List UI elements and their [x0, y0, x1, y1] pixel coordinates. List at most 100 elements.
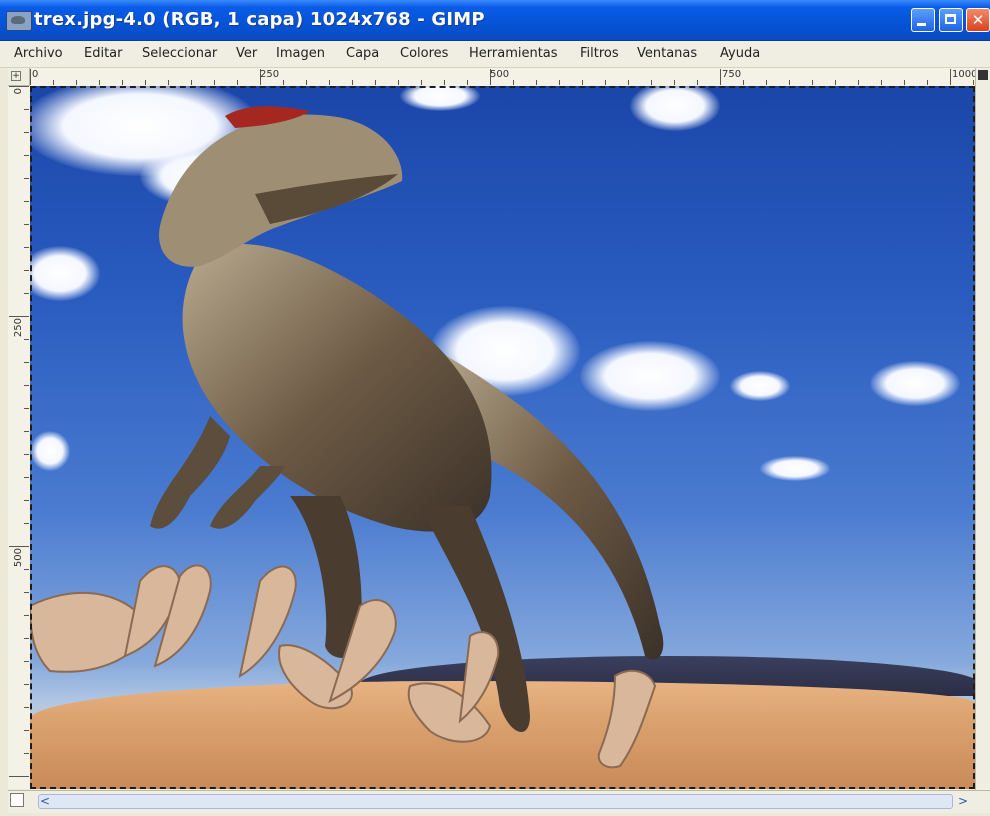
menu-ver[interactable]: Ver: [236, 46, 257, 61]
ruler-tick: [24, 730, 29, 731]
ruler-tick: [53, 80, 54, 85]
ruler-tick: [858, 80, 859, 85]
ruler-tick: [628, 80, 629, 85]
ruler-tick: [24, 431, 29, 432]
ruler-tick: [24, 454, 29, 455]
ruler-tick: [467, 80, 468, 85]
ruler-tick: [697, 80, 698, 85]
ruler-tick: [260, 69, 261, 85]
ruler-tick: [24, 707, 29, 708]
ruler-tick: [789, 80, 790, 85]
ruler-tick: [375, 80, 376, 85]
t-rex-image: [30, 106, 664, 769]
horizontal-scrollbar[interactable]: < >: [8, 790, 990, 813]
ruler-label: 250: [13, 318, 24, 338]
ruler-tick: [674, 80, 675, 85]
ruler-tick: [835, 80, 836, 85]
maximize-icon: [945, 14, 956, 24]
ruler-label: 0: [32, 69, 39, 80]
quick-mask-toggle[interactable]: [10, 793, 24, 807]
ruler-tick: [950, 69, 951, 85]
quick-menu-icon[interactable]: +: [11, 71, 21, 81]
ruler-tick: [24, 109, 29, 110]
ruler-tick: [168, 80, 169, 85]
close-button[interactable]: ✕: [966, 8, 990, 32]
ruler-tick: [24, 408, 29, 409]
ruler-tick: [283, 80, 284, 85]
ruler-tick: [24, 569, 29, 570]
horizontal-ruler[interactable]: 0 250 500 750 1000: [30, 68, 975, 87]
window-title: trex.jpg-4.0 (RGB, 1 capa) 1024x768 - GI…: [34, 9, 485, 30]
menu-colores[interactable]: Colores: [400, 46, 448, 61]
navigate-icon[interactable]: [978, 70, 988, 80]
ruler-tick: [99, 80, 100, 85]
ruler-tick: [24, 385, 29, 386]
ruler-tick: [24, 247, 29, 248]
gimp-icon[interactable]: [6, 11, 32, 31]
scroll-right-icon[interactable]: >: [958, 794, 968, 808]
ruler-tick: [30, 69, 31, 85]
menu-capa[interactable]: Capa: [346, 46, 379, 61]
ruler-label: 750: [722, 69, 742, 80]
ruler-tick: [881, 80, 882, 85]
ruler-tick: [191, 80, 192, 85]
ruler-tick: [651, 80, 652, 85]
ruler-tick: [24, 201, 29, 202]
ruler-tick: [24, 293, 29, 294]
ruler-tick: [536, 80, 537, 85]
menu-filtros[interactable]: Filtros: [580, 46, 619, 61]
menu-bar: Archivo Editar Seleccionar Ver Imagen Ca…: [0, 41, 990, 68]
menu-archivo[interactable]: Archivo: [14, 46, 63, 61]
ruler-tick: [9, 86, 29, 87]
ruler-tick: [605, 80, 606, 85]
ruler-tick: [904, 80, 905, 85]
ruler-tick: [444, 80, 445, 85]
menu-herramientas[interactable]: Herramientas: [469, 46, 558, 61]
ruler-tick: [329, 80, 330, 85]
ruler-tick: [24, 270, 29, 271]
menu-seleccionar[interactable]: Seleccionar: [142, 46, 217, 61]
ruler-tick: [973, 80, 974, 85]
ruler-tick: [812, 80, 813, 85]
ruler-label: 500: [13, 548, 24, 568]
ruler-tick: [9, 546, 29, 547]
vertical-ruler[interactable]: 0 250 500: [8, 86, 31, 789]
ruler-tick: [24, 178, 29, 179]
minimize-button[interactable]: [911, 8, 935, 32]
ruler-label: 250: [260, 69, 280, 80]
menu-editar[interactable]: Editar: [84, 46, 123, 61]
menu-imagen[interactable]: Imagen: [276, 46, 325, 61]
scroll-left-icon[interactable]: <: [40, 794, 50, 808]
ruler-tick: [720, 69, 721, 85]
ruler-tick: [122, 80, 123, 85]
ruler-tick: [490, 69, 491, 85]
maximize-button[interactable]: [939, 8, 963, 32]
ruler-label: 1000: [952, 69, 975, 80]
ruler-tick: [24, 155, 29, 156]
ruler-tick: [24, 753, 29, 754]
menu-ayuda[interactable]: Ayuda: [720, 46, 760, 61]
ruler-tick: [743, 80, 744, 85]
ruler-tick: [24, 224, 29, 225]
ruler-tick: [24, 638, 29, 639]
ruler-label: 500: [490, 69, 510, 80]
image-canvas[interactable]: [30, 86, 975, 789]
ruler-tick: [24, 477, 29, 478]
ruler-tick: [513, 80, 514, 85]
ruler-tick: [237, 80, 238, 85]
scroll-track[interactable]: [38, 794, 953, 809]
menu-ventanas[interactable]: Ventanas: [637, 46, 697, 61]
ruler-tick: [24, 132, 29, 133]
ruler-tick: [306, 80, 307, 85]
ruler-tick: [24, 592, 29, 593]
ruler-tick: [9, 316, 29, 317]
ruler-tick: [582, 80, 583, 85]
ruler-label: 0: [13, 88, 24, 95]
ruler-tick: [24, 661, 29, 662]
close-icon: ✕: [971, 11, 985, 29]
ruler-corner[interactable]: +: [8, 68, 30, 86]
ruler-tick: [24, 362, 29, 363]
title-bar: trex.jpg-4.0 (RGB, 1 capa) 1024x768 - GI…: [0, 0, 990, 41]
vertical-scrollbar[interactable]: [975, 68, 990, 791]
ruler-tick: [559, 80, 560, 85]
